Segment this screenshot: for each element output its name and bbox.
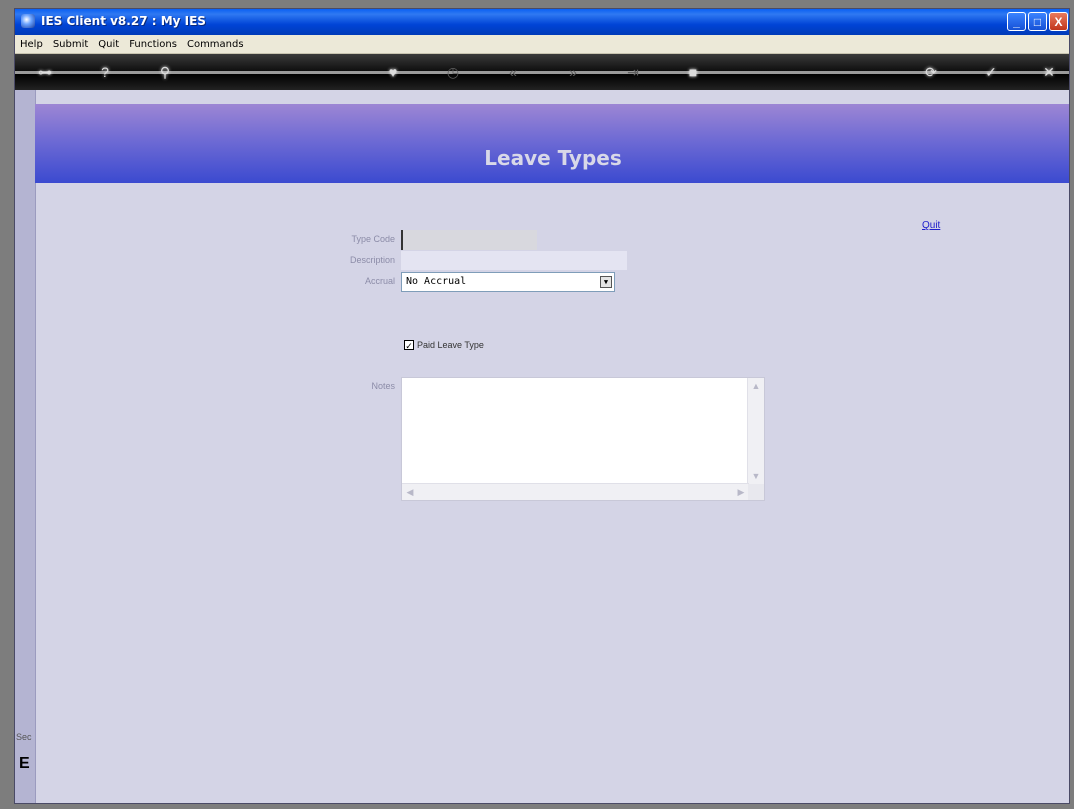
side-panel-label: Sec bbox=[16, 732, 32, 742]
menu-quit[interactable]: Quit bbox=[93, 39, 124, 50]
description-input[interactable] bbox=[401, 251, 627, 270]
search-icon[interactable]: ⚲ bbox=[155, 62, 175, 82]
help-icon[interactable]: ? bbox=[95, 62, 115, 82]
scroll-down-icon[interactable]: ▼ bbox=[749, 469, 763, 483]
type-code-input[interactable] bbox=[401, 230, 537, 250]
scroll-right-icon[interactable]: ▶ bbox=[734, 485, 748, 499]
accrual-select[interactable]: No Accrual ▼ bbox=[401, 272, 615, 292]
notes-vertical-scrollbar[interactable]: ▲ ▼ bbox=[747, 378, 764, 484]
notes-textarea[interactable]: ▲ ▼ ◀ ▶ bbox=[401, 377, 765, 501]
chevron-down-icon[interactable]: ▼ bbox=[600, 276, 612, 288]
description-label: Description bbox=[349, 255, 395, 265]
toolbar: ⊶ ? ⚲ ♥ ◷ « » ⇥ ■ ⟳ ✓ ✕ bbox=[15, 54, 1069, 90]
forward-icon[interactable]: » bbox=[563, 62, 583, 82]
side-panel: Sec E bbox=[15, 90, 36, 803]
cancel-icon[interactable]: ✕ bbox=[1039, 62, 1059, 82]
page-title: Leave Types bbox=[484, 146, 622, 170]
export-icon[interactable]: ⇥ bbox=[623, 62, 643, 82]
paid-leave-checkbox[interactable]: ✓ bbox=[404, 340, 414, 351]
side-panel-glyph[interactable]: E bbox=[19, 755, 30, 773]
menu-functions[interactable]: Functions bbox=[124, 39, 182, 50]
close-button[interactable]: X bbox=[1049, 12, 1068, 31]
accrual-label: Accrual bbox=[364, 276, 395, 286]
window-title: IES Client v8.27 : My IES bbox=[41, 14, 206, 28]
app-window: IES Client v8.27 : My IES _ □ X Help Sub… bbox=[14, 8, 1070, 804]
type-code-label: Type Code bbox=[351, 234, 395, 244]
menu-submit[interactable]: Submit bbox=[48, 39, 93, 50]
minimize-button[interactable]: _ bbox=[1007, 12, 1026, 31]
key-icon[interactable]: ⊶ bbox=[35, 62, 55, 82]
rewind-icon[interactable]: « bbox=[503, 62, 523, 82]
page-header: Leave Types bbox=[35, 104, 1069, 183]
heart-icon[interactable]: ♥ bbox=[383, 62, 403, 82]
paid-leave-label: Paid Leave Type bbox=[417, 340, 484, 350]
clock-icon[interactable]: ◷ bbox=[443, 62, 463, 82]
accrual-selected-value: No Accrual bbox=[406, 276, 467, 287]
notes-horizontal-scrollbar[interactable]: ◀ ▶ bbox=[402, 483, 749, 500]
menu-bar: Help Submit Quit Functions Commands bbox=[15, 35, 1069, 54]
title-bar[interactable]: IES Client v8.27 : My IES _ □ X bbox=[15, 9, 1069, 35]
quit-link[interactable]: Quit bbox=[922, 220, 940, 231]
app-logo-icon bbox=[21, 14, 35, 28]
ok-icon[interactable]: ✓ bbox=[981, 62, 1001, 82]
notes-label: Notes bbox=[371, 381, 395, 391]
scroll-left-icon[interactable]: ◀ bbox=[403, 485, 417, 499]
refresh-icon[interactable]: ⟳ bbox=[921, 62, 941, 82]
scroll-corner bbox=[748, 484, 764, 500]
maximize-button[interactable]: □ bbox=[1028, 12, 1047, 31]
menu-help[interactable]: Help bbox=[15, 39, 48, 50]
scroll-up-icon[interactable]: ▲ bbox=[749, 379, 763, 393]
stop-icon[interactable]: ■ bbox=[683, 62, 703, 82]
menu-commands[interactable]: Commands bbox=[182, 39, 249, 50]
